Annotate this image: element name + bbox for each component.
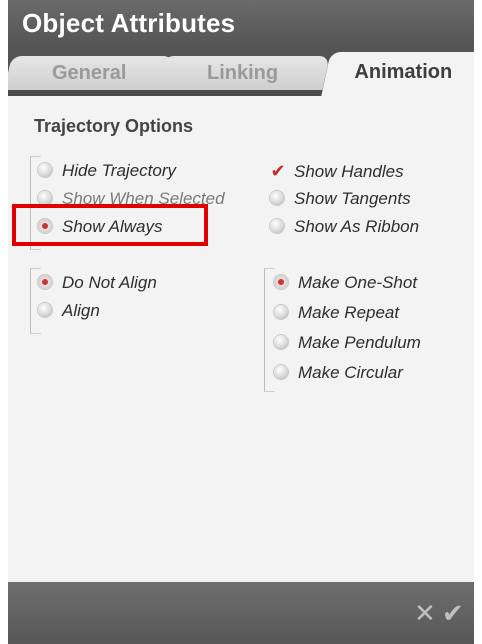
checkbox-icon	[270, 191, 284, 206]
option-make-one-shot[interactable]: Make One-Shot	[274, 272, 417, 294]
object-attributes-dialog: Object Attributes General Linking Animat…	[8, 0, 474, 644]
tab-general[interactable]: General	[8, 56, 174, 90]
tab-linking[interactable]: Linking	[156, 56, 330, 90]
dialog-header: Object Attributes General Linking Animat…	[8, 0, 474, 96]
dialog-title: Object Attributes	[22, 8, 236, 38]
option-show-tangents[interactable]: Show Tangents	[270, 188, 411, 210]
radio-icon	[274, 305, 288, 320]
radio-icon	[274, 365, 288, 380]
option-label: Make One-Shot	[298, 273, 418, 292]
option-make-circular[interactable]: Make Circular	[274, 362, 403, 384]
radio-icon	[274, 335, 288, 350]
option-label: Show Tangents	[294, 189, 411, 208]
tab-animation[interactable]: Animation	[321, 52, 474, 96]
highlight-box	[12, 204, 208, 246]
checkmark-icon: ✔	[270, 161, 286, 181]
radio-icon	[38, 303, 52, 318]
option-label: Show Handles	[294, 162, 404, 181]
option-show-handles[interactable]: ✔ Show Handles	[270, 160, 404, 182]
radio-icon	[38, 191, 52, 206]
checkbox-icon	[270, 219, 284, 234]
option-make-pendulum[interactable]: Make Pendulum	[274, 332, 421, 354]
tab-general-label: General	[51, 62, 127, 84]
dialog-footer: ✕ ✔	[8, 582, 474, 644]
option-label: Show As Ribbon	[294, 217, 420, 236]
radio-selected-icon	[274, 275, 288, 290]
tab-linking-label: Linking	[207, 62, 279, 84]
option-label: Hide Trajectory	[62, 161, 176, 180]
option-label: Align	[62, 301, 100, 320]
option-hide-trajectory[interactable]: Hide Trajectory	[38, 160, 176, 182]
animation-panel: Trajectory Options Hide Trajectory Show …	[8, 96, 474, 582]
option-label: Make Pendulum	[298, 333, 421, 352]
radio-icon	[38, 163, 52, 178]
option-label: Do Not Align	[62, 273, 157, 292]
option-show-as-ribbon[interactable]: Show As Ribbon	[270, 216, 419, 238]
tab-animation-label: Animation	[354, 61, 453, 83]
radio-selected-icon	[38, 275, 52, 290]
option-label: Make Repeat	[298, 303, 400, 322]
trajectory-options-title: Trajectory Options	[34, 116, 194, 136]
close-icon[interactable]: ✕	[414, 598, 436, 629]
checkmark-icon[interactable]: ✔	[442, 598, 464, 629]
option-label: Make Circular	[298, 363, 403, 382]
option-make-repeat[interactable]: Make Repeat	[274, 302, 399, 324]
option-do-not-align[interactable]: Do Not Align	[38, 272, 157, 294]
option-align[interactable]: Align	[38, 300, 100, 322]
